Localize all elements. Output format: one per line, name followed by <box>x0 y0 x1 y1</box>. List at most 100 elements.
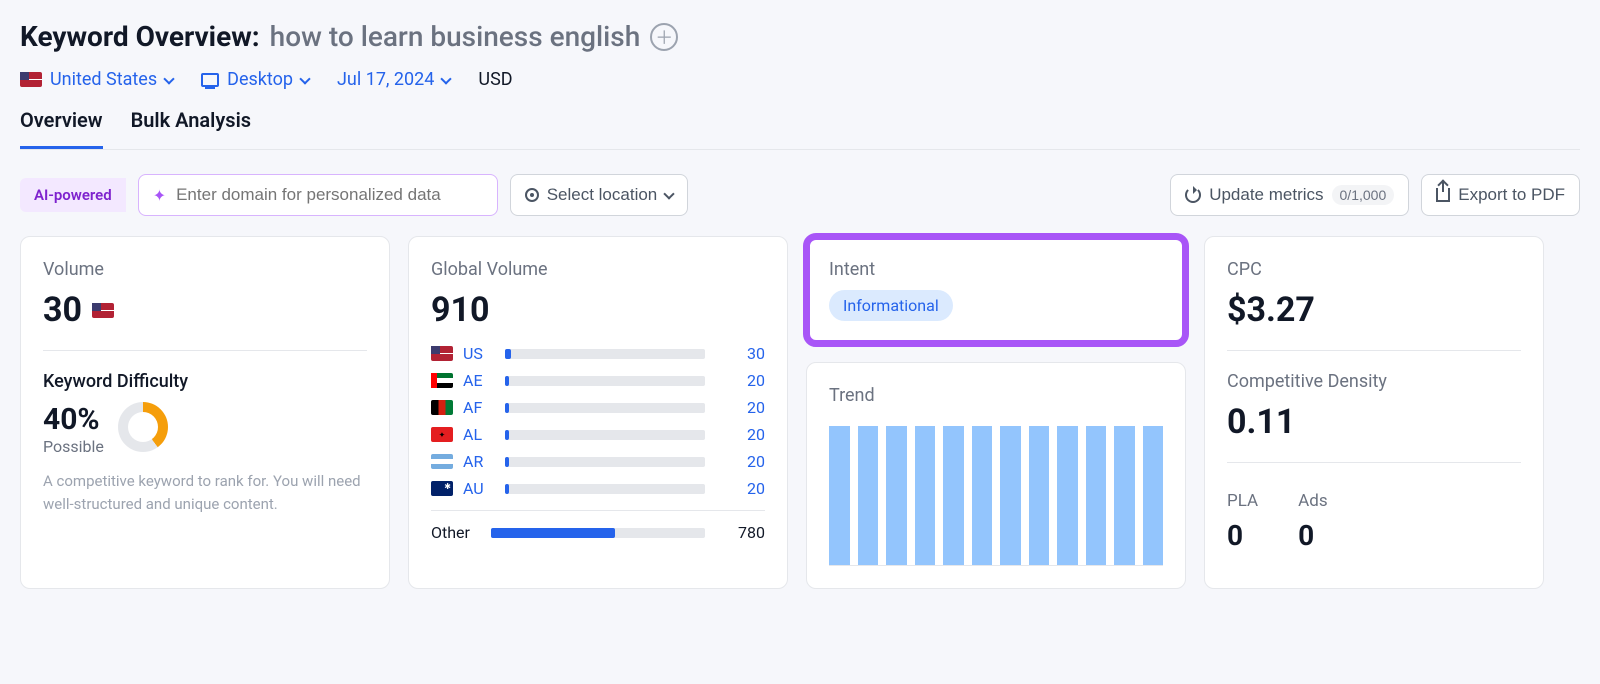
intent-card: Intent Informational <box>806 236 1186 344</box>
date-selector[interactable]: Jul 17, 2024 <box>337 69 450 90</box>
trend-bar <box>915 426 936 565</box>
ads-value: 0 <box>1298 519 1327 552</box>
sparkle-icon: ✦ <box>153 186 166 205</box>
gv-country-row: AF 20 <box>431 398 765 417</box>
kd-value: 40% <box>43 402 104 437</box>
global-volume-card: Global Volume 910 US 30 AE 20 AF 20 AL 2… <box>408 236 788 589</box>
gv-bar <box>505 376 705 386</box>
intent-value: Informational <box>829 290 953 321</box>
add-keyword-button[interactable]: ＋ <box>650 23 678 51</box>
country-selector[interactable]: United States <box>20 69 173 90</box>
export-icon <box>1436 188 1450 202</box>
export-pdf-button[interactable]: Export to PDF <box>1421 174 1580 216</box>
update-metrics-label: Update metrics <box>1209 185 1323 205</box>
gv-bar <box>505 430 705 440</box>
cd-value: 0.11 <box>1227 402 1295 442</box>
ae-flag-icon <box>431 373 453 388</box>
ads-title: Ads <box>1298 491 1327 511</box>
location-selector[interactable]: Select location <box>510 174 689 216</box>
gv-country-value[interactable]: 20 <box>715 398 765 417</box>
chevron-down-icon <box>441 73 452 84</box>
trend-title: Trend <box>829 385 1163 406</box>
trend-bar <box>886 426 907 565</box>
pla-value: 0 <box>1227 519 1258 552</box>
trend-bar <box>1114 426 1135 565</box>
volume-value: 30 <box>43 290 82 330</box>
country-label: United States <box>50 69 157 90</box>
cpc-value: $3.27 <box>1227 290 1315 330</box>
keyword-text: how to learn business english <box>270 20 641 53</box>
gv-country-value[interactable]: 20 <box>715 452 765 471</box>
domain-input[interactable] <box>176 185 483 205</box>
chevron-down-icon <box>299 73 310 84</box>
trend-bar <box>972 426 993 565</box>
gv-bar <box>505 484 705 494</box>
gv-country-row: US 30 <box>431 344 765 363</box>
trend-bar <box>1029 426 1050 565</box>
kd-title: Keyword Difficulty <box>43 371 367 392</box>
trend-bar <box>858 426 879 565</box>
gv-country-code[interactable]: AL <box>463 425 495 444</box>
gv-other-bar <box>491 528 705 538</box>
trend-bar <box>1000 426 1021 565</box>
volume-title: Volume <box>43 259 367 280</box>
tab-overview[interactable]: Overview <box>20 108 103 149</box>
pin-icon <box>525 188 539 202</box>
kd-label: Possible <box>43 437 104 456</box>
update-metrics-count: 0/1,000 <box>1332 185 1395 205</box>
gv-country-value[interactable]: 30 <box>715 344 765 363</box>
gv-country-value[interactable]: 20 <box>715 371 765 390</box>
trend-bar <box>943 426 964 565</box>
kd-description: A competitive keyword to rank for. You w… <box>43 470 367 515</box>
gv-country-code[interactable]: AE <box>463 371 495 390</box>
us-flag-icon <box>431 346 453 361</box>
cpc-card: CPC $3.27 Competitive Density 0.11 PLA 0… <box>1204 236 1544 589</box>
gv-country-code[interactable]: AR <box>463 452 495 471</box>
gv-country-row: AE 20 <box>431 371 765 390</box>
gv-country-code[interactable]: AF <box>463 398 495 417</box>
au-flag-icon <box>431 481 453 496</box>
gv-bar <box>505 457 705 467</box>
trend-bar <box>829 426 850 565</box>
page-title: Keyword Overview: <box>20 20 260 53</box>
gv-bar <box>505 349 705 359</box>
ar-flag-icon <box>431 454 453 469</box>
date-label: Jul 17, 2024 <box>337 69 434 90</box>
gv-country-row: AL 20 <box>431 425 765 444</box>
chevron-down-icon <box>163 73 174 84</box>
export-pdf-label: Export to PDF <box>1458 185 1565 205</box>
location-label: Select location <box>547 185 658 205</box>
currency-label: USD <box>478 69 512 90</box>
update-metrics-button[interactable]: Update metrics 0/1,000 <box>1170 174 1409 216</box>
kd-donut-chart <box>118 402 168 452</box>
gv-other-value: 780 <box>715 523 765 542</box>
al-flag-icon <box>431 427 453 442</box>
desktop-icon <box>201 73 219 87</box>
af-flag-icon <box>431 400 453 415</box>
intent-title: Intent <box>829 259 1163 280</box>
tab-bar: Overview Bulk Analysis <box>20 108 1580 150</box>
device-label: Desktop <box>227 69 293 90</box>
volume-card: Volume 30 Keyword Difficulty 40% Possibl… <box>20 236 390 589</box>
gv-country-value[interactable]: 20 <box>715 479 765 498</box>
trend-bar <box>1086 426 1107 565</box>
us-flag-icon <box>92 303 114 318</box>
trend-chart <box>829 416 1163 566</box>
gv-country-code[interactable]: AU <box>463 479 495 498</box>
gv-country-row: AU 20 <box>431 479 765 498</box>
refresh-icon <box>1185 187 1201 203</box>
device-selector[interactable]: Desktop <box>201 69 309 90</box>
gv-country-row: AR 20 <box>431 452 765 471</box>
global-volume-title: Global Volume <box>431 259 765 280</box>
gv-country-code[interactable]: US <box>463 344 495 363</box>
us-flag-icon <box>20 72 42 87</box>
global-volume-value: 910 <box>431 290 490 330</box>
gv-other-label: Other <box>431 523 481 542</box>
ai-powered-badge: AI-powered <box>20 178 126 212</box>
gv-country-value[interactable]: 20 <box>715 425 765 444</box>
pla-title: PLA <box>1227 491 1258 511</box>
tab-bulk-analysis[interactable]: Bulk Analysis <box>131 108 252 149</box>
chevron-down-icon <box>664 188 675 199</box>
trend-bar <box>1057 426 1078 565</box>
domain-input-wrapper[interactable]: ✦ <box>138 174 498 216</box>
